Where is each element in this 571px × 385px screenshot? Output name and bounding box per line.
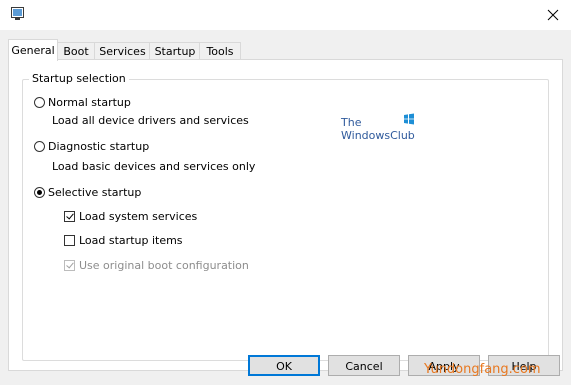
windowsclub-watermark: The WindowsClub <box>341 113 415 142</box>
selective-startup-label: Selective startup <box>48 186 142 199</box>
ok-button[interactable]: OK <box>248 355 320 376</box>
tab-general[interactable]: General <box>8 39 58 61</box>
diagnostic-startup-radio[interactable] <box>34 141 45 152</box>
yundongfang-watermark: Yundongfang.com <box>424 362 541 377</box>
diagnostic-startup-description: Load basic devices and services only <box>52 160 256 173</box>
normal-startup-label: Normal startup <box>48 96 131 109</box>
title-bar <box>0 0 571 30</box>
load-startup-items-checkbox[interactable] <box>64 235 75 246</box>
diagnostic-startup-option[interactable]: Diagnostic startup <box>34 140 149 153</box>
tab-tools[interactable]: Tools <box>199 42 241 60</box>
normal-startup-option[interactable]: Normal startup <box>34 96 131 109</box>
load-system-services-option[interactable]: Load system services <box>64 210 197 223</box>
watermark-line2: WindowsClub <box>341 129 415 142</box>
normal-startup-description: Load all device drivers and services <box>52 114 249 127</box>
use-original-boot-label: Use original boot configuration <box>79 259 249 272</box>
dialog-client-area: General Boot Services Startup Tools Star… <box>0 30 571 385</box>
diagnostic-startup-label: Diagnostic startup <box>48 140 150 153</box>
monitor-app-icon <box>11 7 24 20</box>
tab-boot[interactable]: Boot <box>56 42 96 60</box>
use-original-boot-option: Use original boot configuration <box>64 259 249 272</box>
use-original-boot-checkbox <box>64 260 75 271</box>
normal-startup-radio[interactable] <box>34 97 45 108</box>
windowsclub-logo-icon <box>404 113 414 125</box>
selective-startup-option[interactable]: Selective startup <box>34 186 141 199</box>
general-tab-panel: Startup selection Normal startup Load al… <box>8 59 563 371</box>
load-system-services-label: Load system services <box>79 210 198 223</box>
tab-startup[interactable]: Startup <box>149 42 201 60</box>
load-startup-items-label: Load startup items <box>79 234 183 247</box>
close-icon <box>547 9 559 21</box>
close-button[interactable] <box>535 0 571 30</box>
cancel-button[interactable]: Cancel <box>328 355 400 376</box>
load-system-services-checkbox[interactable] <box>64 211 75 222</box>
tab-services[interactable]: Services <box>94 42 151 60</box>
selective-startup-radio[interactable] <box>34 187 45 198</box>
load-startup-items-option[interactable]: Load startup items <box>64 234 183 247</box>
startup-selection-legend: Startup selection <box>29 72 129 85</box>
